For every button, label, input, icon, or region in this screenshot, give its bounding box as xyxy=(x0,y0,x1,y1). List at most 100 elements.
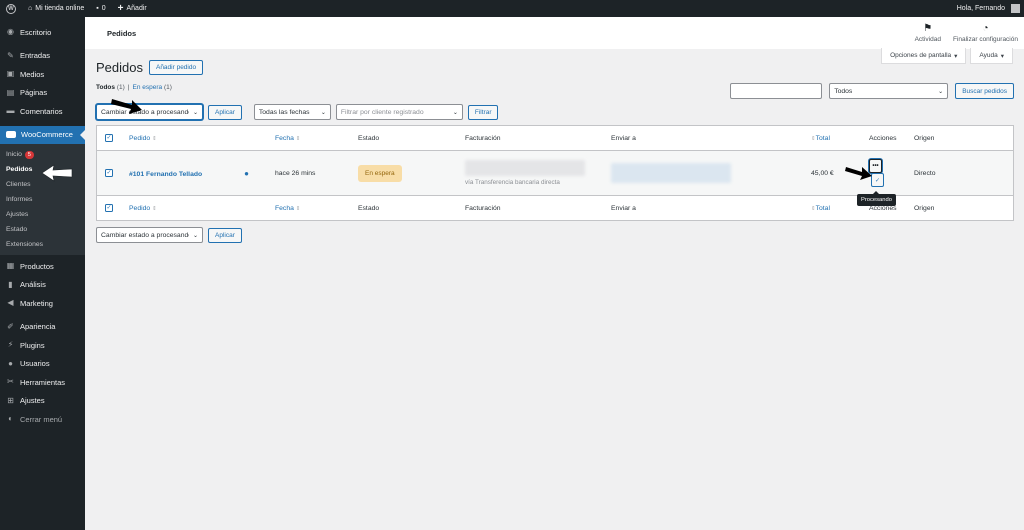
table-header-row: ✓ Pedido ⇕ Fecha ⇕ Estado Facturación En… xyxy=(96,125,1014,151)
date-filter-select[interactable]: Todas las fechas ⌄ xyxy=(253,104,331,120)
column-total[interactable]: ⇕Total xyxy=(803,195,861,221)
products-icon: ▦ xyxy=(6,261,15,271)
sidebar-item-marketing[interactable]: ◀ Marketing xyxy=(0,294,85,313)
sidebar-collapse-menu[interactable]: ◐ Cerrar menú xyxy=(0,410,85,429)
users-icon: ● xyxy=(8,358,13,368)
comments-link[interactable]: ▪ 0 xyxy=(90,0,111,17)
plus-icon: + xyxy=(117,3,124,14)
sidebar-item-usuarios[interactable]: ● Usuarios xyxy=(0,355,85,374)
column-label: Enviar a xyxy=(611,204,636,212)
wordpress-logo-button[interactable]: W xyxy=(0,0,22,17)
sidebar-item-entradas[interactable]: ✎ Entradas xyxy=(0,47,85,66)
sidebar-item-paginas[interactable]: ▤ Páginas xyxy=(0,84,85,103)
submenu-item-inicio[interactable]: Inicio 5 xyxy=(0,147,85,162)
user-account-menu[interactable]: Hola, Fernando xyxy=(951,0,1024,17)
column-enviar-a: Enviar a xyxy=(603,125,803,151)
sidebar-item-apariencia[interactable]: ✐ Apariencia xyxy=(0,318,85,337)
dashboard-icon: ◉ xyxy=(7,27,14,37)
apply-bulk-button[interactable]: Aplicar xyxy=(208,104,242,120)
bulk-action-select-bottom[interactable]: Cambiar estado a procesando ⌄ xyxy=(96,227,203,243)
column-total[interactable]: ⇕Total xyxy=(803,125,861,151)
submenu-item-informes[interactable]: Informes xyxy=(0,192,85,207)
column-enviar-a: Enviar a xyxy=(603,195,803,221)
sidebar-item-ajustes[interactable]: ⊞ Ajustes xyxy=(0,392,85,411)
column-pedido[interactable]: Pedido ⇕ xyxy=(121,195,267,221)
column-label: Fecha xyxy=(275,134,294,142)
sidebar-item-woocommerce[interactable]: woo WooCommerce xyxy=(0,125,85,144)
customer-filter-select[interactable]: Filtrar por cliente registrado ⌄ xyxy=(335,104,463,120)
sidebar-item-escritorio[interactable]: ◉ Escritorio xyxy=(0,23,85,42)
submenu-label: Ajustes xyxy=(6,211,29,218)
finish-setup-button[interactable]: ◔ Finalizar configuración xyxy=(947,17,1024,49)
activity-label: Actividad xyxy=(914,35,941,43)
table-row[interactable]: ✓ #101 Fernando Tellado ● hace 26 mins En… xyxy=(96,150,1014,196)
woo-icon: woo xyxy=(6,131,16,139)
new-content-label: Añadir xyxy=(126,5,147,12)
tablenav-top: Cambiar estado a procesando ⌄ Aplicar Tod… xyxy=(96,101,1014,123)
row-checkbox[interactable]: ✓ xyxy=(105,169,113,177)
sidebar-item-label: Escritorio xyxy=(20,27,52,37)
filter-hold-label: En espera xyxy=(132,84,163,91)
plugin-icon: ⚡ xyxy=(7,340,14,350)
page-title: Pedidos xyxy=(96,59,143,75)
sidebar-item-label: Entradas xyxy=(20,51,51,61)
sidebar-item-plugins[interactable]: ⚡ Plugins xyxy=(0,336,85,355)
order-link[interactable]: #101 Fernando Tellado xyxy=(129,171,202,178)
column-label: Acciones xyxy=(869,134,897,142)
chevron-down-icon: ⌄ xyxy=(452,109,458,116)
column-fecha[interactable]: Fecha ⇕ xyxy=(267,195,350,221)
sidebar-item-analisis[interactable]: ▮ Análisis xyxy=(0,276,85,295)
search-input[interactable] xyxy=(730,83,823,99)
media-icon: ▣ xyxy=(6,69,15,79)
chevron-down-icon: ⌄ xyxy=(938,88,944,95)
column-label: Origen xyxy=(914,204,935,212)
avatar xyxy=(1011,4,1020,13)
eye-icon[interactable]: ● xyxy=(244,169,249,178)
current-menu-arrow xyxy=(80,129,85,140)
pin-icon: ✎ xyxy=(7,50,14,60)
search-orders-button[interactable]: Buscar pedidos xyxy=(955,83,1014,99)
progress-circle-icon: ◔ xyxy=(982,22,989,34)
activity-panel-button[interactable]: ⚑ Actividad xyxy=(909,17,947,49)
column-label: Total xyxy=(815,134,830,142)
search-type-select[interactable]: Todos ⌄ xyxy=(829,83,949,99)
status-cell: En espera xyxy=(350,151,457,196)
annotation-arrow-black xyxy=(845,167,872,180)
orders-table: ✓ Pedido ⇕ Fecha ⇕ Estado Facturación En… xyxy=(96,125,1014,221)
column-fecha[interactable]: Fecha ⇕ xyxy=(267,125,350,151)
filter-on-hold-link[interactable]: En espera (1) xyxy=(132,84,171,94)
new-content-button[interactable]: + Añadir xyxy=(112,0,153,17)
column-pedido[interactable]: Pedido ⇕ xyxy=(121,125,267,151)
sidebar-item-productos[interactable]: ▦ Productos xyxy=(0,257,85,276)
header-title: Pedidos xyxy=(107,28,137,38)
column-origen: Origen xyxy=(906,195,1014,221)
column-label: Origen xyxy=(914,134,935,142)
select-all-cell: ✓ xyxy=(96,125,121,151)
shipping-cell xyxy=(603,151,803,196)
apply-bulk-button-bottom[interactable]: Aplicar xyxy=(208,227,242,243)
flag-icon: ⚑ xyxy=(923,22,933,34)
sidebar-item-label: Marketing xyxy=(20,298,53,308)
notification-badge: 5 xyxy=(24,150,34,159)
submenu-item-ajustes[interactable]: Ajustes xyxy=(0,207,85,222)
add-order-button[interactable]: Añadir pedido xyxy=(148,59,204,75)
submenu-item-extensiones[interactable]: Extensiones xyxy=(0,237,85,252)
filter-button[interactable]: Filtrar xyxy=(467,104,499,120)
greeting-label: Hola, Fernando xyxy=(956,5,1005,12)
customer-filter-placeholder: Filtrar por cliente registrado xyxy=(340,108,424,116)
sidebar-item-herramientas[interactable]: ✂ Herramientas xyxy=(0,373,85,392)
filter-all-link[interactable]: Todos (1) xyxy=(96,84,125,94)
sidebar-item-label: Medios xyxy=(20,69,45,79)
select-all-checkbox[interactable]: ✓ xyxy=(105,204,113,212)
annotation-arrow-black xyxy=(111,99,142,114)
sidebar-item-comentarios[interactable]: ▬ Comentarios xyxy=(0,102,85,121)
comment-icon: ▬ xyxy=(6,106,15,116)
select-all-checkbox[interactable]: ✓ xyxy=(105,134,113,142)
bulk-action-value: Cambiar estado a procesando xyxy=(101,231,189,239)
submenu-item-estado[interactable]: Estado xyxy=(0,222,85,237)
chevron-down-icon: ⌄ xyxy=(192,109,198,116)
column-label: Pedido xyxy=(129,204,151,212)
site-name-link[interactable]: ⌂ Mi tienda online xyxy=(22,0,90,17)
sidebar-item-medios[interactable]: ▣ Medios xyxy=(0,65,85,84)
submenu-label: Clientes xyxy=(6,181,31,188)
